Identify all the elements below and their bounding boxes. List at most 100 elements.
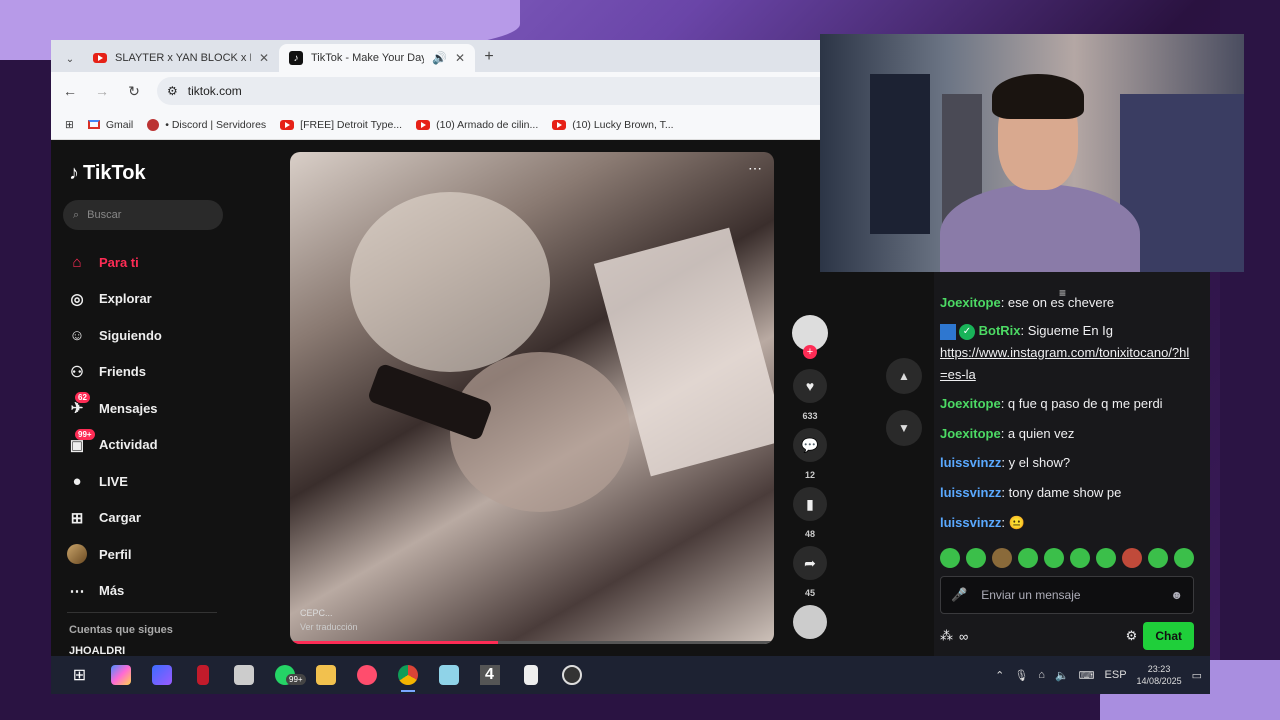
- emote-icon[interactable]: [1018, 548, 1038, 568]
- search-input[interactable]: ⌕ Buscar: [63, 200, 223, 230]
- save-button[interactable]: ▮: [793, 487, 827, 521]
- apps-grid-icon[interactable]: ⊞: [65, 119, 74, 131]
- close-icon[interactable]: ✕: [259, 51, 269, 65]
- microphone-icon[interactable]: 🎙: [1014, 669, 1028, 682]
- video-player[interactable]: ⋯ CEPC... Ver traducción: [290, 152, 774, 644]
- chat-text: : 😐: [1001, 515, 1025, 530]
- youtube-icon: [552, 119, 567, 130]
- search-placeholder: Buscar: [87, 209, 122, 221]
- emote-icon[interactable]: [1174, 548, 1194, 568]
- like-button[interactable]: ♥: [793, 369, 827, 403]
- share-button[interactable]: ➦: [793, 546, 827, 580]
- taskbar-app[interactable]: 4: [469, 656, 510, 694]
- tab-youtube[interactable]: SLAYTER x YAN BLOCK x NTG - ✕: [83, 44, 279, 72]
- emote-icon[interactable]: [1122, 548, 1142, 568]
- emote-icon[interactable]: [940, 548, 960, 568]
- taskbar-app[interactable]: [346, 656, 387, 694]
- gmail-icon: [87, 120, 100, 129]
- emote-icon[interactable]: [1148, 548, 1168, 568]
- nav-actividad[interactable]: ▣ 99+ Actividad: [67, 427, 162, 464]
- creator-avatar[interactable]: +: [792, 315, 828, 359]
- settings-gear-icon[interactable]: ⚙: [1126, 628, 1138, 644]
- taskbar-app[interactable]: [223, 656, 264, 694]
- bookmark-detroit[interactable]: [FREE] Detroit Type...: [280, 119, 402, 131]
- nav-label: Para ti: [99, 254, 139, 270]
- upload-icon: ⊞: [70, 509, 84, 527]
- network-icon[interactable]: ⌂: [1038, 669, 1045, 681]
- bookmark-gmail[interactable]: Gmail: [87, 119, 133, 131]
- video-progress-bar[interactable]: [290, 641, 774, 644]
- taskbar-chrome[interactable]: [387, 656, 428, 694]
- whatsapp-badge: 99+: [286, 674, 306, 685]
- chat-link[interactable]: https://www.instagram.com/tonixitocano/?…: [940, 345, 1189, 382]
- emote-icon[interactable]: [992, 548, 1012, 568]
- tiktok-logo[interactable]: ♪ TikTok: [69, 162, 146, 185]
- emoji-icon[interactable]: ☻: [1170, 588, 1183, 602]
- taskbar-whatsapp[interactable]: 99+: [264, 656, 306, 694]
- nav-label: Perfil: [99, 546, 132, 562]
- taskbar-notepad[interactable]: [510, 656, 551, 694]
- chat-username[interactable]: Joexitope: [940, 426, 1001, 441]
- youtube-icon: [280, 119, 295, 130]
- speaker-icon[interactable]: 🔊: [432, 51, 447, 65]
- channel-points-icon[interactable]: ⁂: [940, 628, 953, 644]
- chat-username[interactable]: BotRix: [979, 323, 1021, 338]
- tab-tiktok[interactable]: ♪ TikTok - Make Your Day 🔊 ✕: [279, 44, 475, 72]
- next-video-button[interactable]: ▼: [886, 410, 922, 446]
- close-icon[interactable]: ✕: [455, 51, 465, 65]
- emote-icon[interactable]: [1096, 548, 1116, 568]
- volume-icon[interactable]: 🔈: [1055, 669, 1069, 682]
- channel-4-icon: 4: [479, 665, 500, 685]
- chat-input[interactable]: 🎤 Enviar un mensaje ☻: [940, 576, 1194, 614]
- forward-button[interactable]: →: [93, 83, 111, 99]
- taskbar-app[interactable]: [428, 656, 469, 694]
- video-more-icon[interactable]: ⋯: [748, 160, 762, 177]
- tab-search-icon[interactable]: ⌄: [57, 46, 83, 72]
- chat-username[interactable]: luissvinzz: [940, 485, 1001, 500]
- emote-icon[interactable]: [966, 548, 986, 568]
- tab-title: TikTok - Make Your Day: [311, 52, 424, 64]
- taskbar-obs[interactable]: [551, 656, 592, 694]
- clock[interactable]: 23:23 14/08/2025: [1137, 663, 1182, 687]
- home-icon: ⌂: [72, 253, 82, 271]
- microphone-icon[interactable]: 🎤: [951, 587, 967, 603]
- reload-button[interactable]: ↻: [125, 83, 143, 100]
- nav-live[interactable]: ● LIVE: [67, 463, 162, 500]
- back-button[interactable]: ←: [61, 83, 79, 99]
- chat-send-button[interactable]: Chat: [1143, 622, 1194, 650]
- chat-username[interactable]: luissvinzz: [940, 455, 1001, 470]
- nav-mas[interactable]: ⋯ Más: [67, 573, 162, 610]
- chevron-up-icon[interactable]: ⌃: [995, 669, 1004, 682]
- nav-cargar[interactable]: ⊞ Cargar: [67, 500, 162, 537]
- taskbar-file-explorer[interactable]: [305, 656, 346, 694]
- keyboard-icon[interactable]: ⌨: [1079, 669, 1095, 682]
- follow-plus-icon[interactable]: +: [803, 345, 817, 359]
- nav-friends[interactable]: ⚇ Friends: [67, 354, 162, 391]
- emote-icon[interactable]: [1044, 548, 1064, 568]
- nav-perfil[interactable]: Perfil: [67, 536, 162, 573]
- bookmark-discord[interactable]: • Discord | Servidores: [147, 118, 266, 131]
- bookmark-armado[interactable]: (10) Armado de cilin...: [416, 119, 538, 131]
- site-info-icon[interactable]: ⚙: [167, 84, 178, 98]
- nav-para-ti[interactable]: ⌂ Para ti: [67, 244, 162, 281]
- previous-video-button[interactable]: ▲: [886, 358, 922, 394]
- chat-message: luissvinzz: 😐: [940, 512, 1194, 534]
- chat-username[interactable]: Joexitope: [940, 396, 1001, 411]
- notifications-icon[interactable]: ▭: [1192, 669, 1202, 682]
- taskbar-copilot-pro[interactable]: [141, 656, 182, 694]
- language-indicator[interactable]: ESP: [1105, 669, 1127, 681]
- chat-username[interactable]: luissvinzz: [940, 515, 1001, 530]
- nav-mensajes[interactable]: ✈ 62 Mensajes: [67, 390, 162, 427]
- new-tab-button[interactable]: +: [475, 48, 503, 72]
- see-translation[interactable]: Ver traducción: [300, 622, 358, 632]
- start-button[interactable]: ⊞: [59, 656, 100, 694]
- nav-explorar[interactable]: ◎ Explorar: [67, 281, 162, 318]
- taskbar-app[interactable]: [182, 656, 223, 694]
- chat-username[interactable]: Joexitope: [940, 295, 1001, 310]
- music-disc-icon[interactable]: [793, 605, 827, 639]
- comment-button[interactable]: 💬: [793, 428, 827, 462]
- nav-siguiendo[interactable]: ☺ Siguiendo: [67, 317, 162, 354]
- taskbar-copilot[interactable]: [100, 656, 141, 694]
- bookmark-lucky-brown[interactable]: (10) Lucky Brown, T...: [552, 119, 674, 131]
- emote-icon[interactable]: [1070, 548, 1090, 568]
